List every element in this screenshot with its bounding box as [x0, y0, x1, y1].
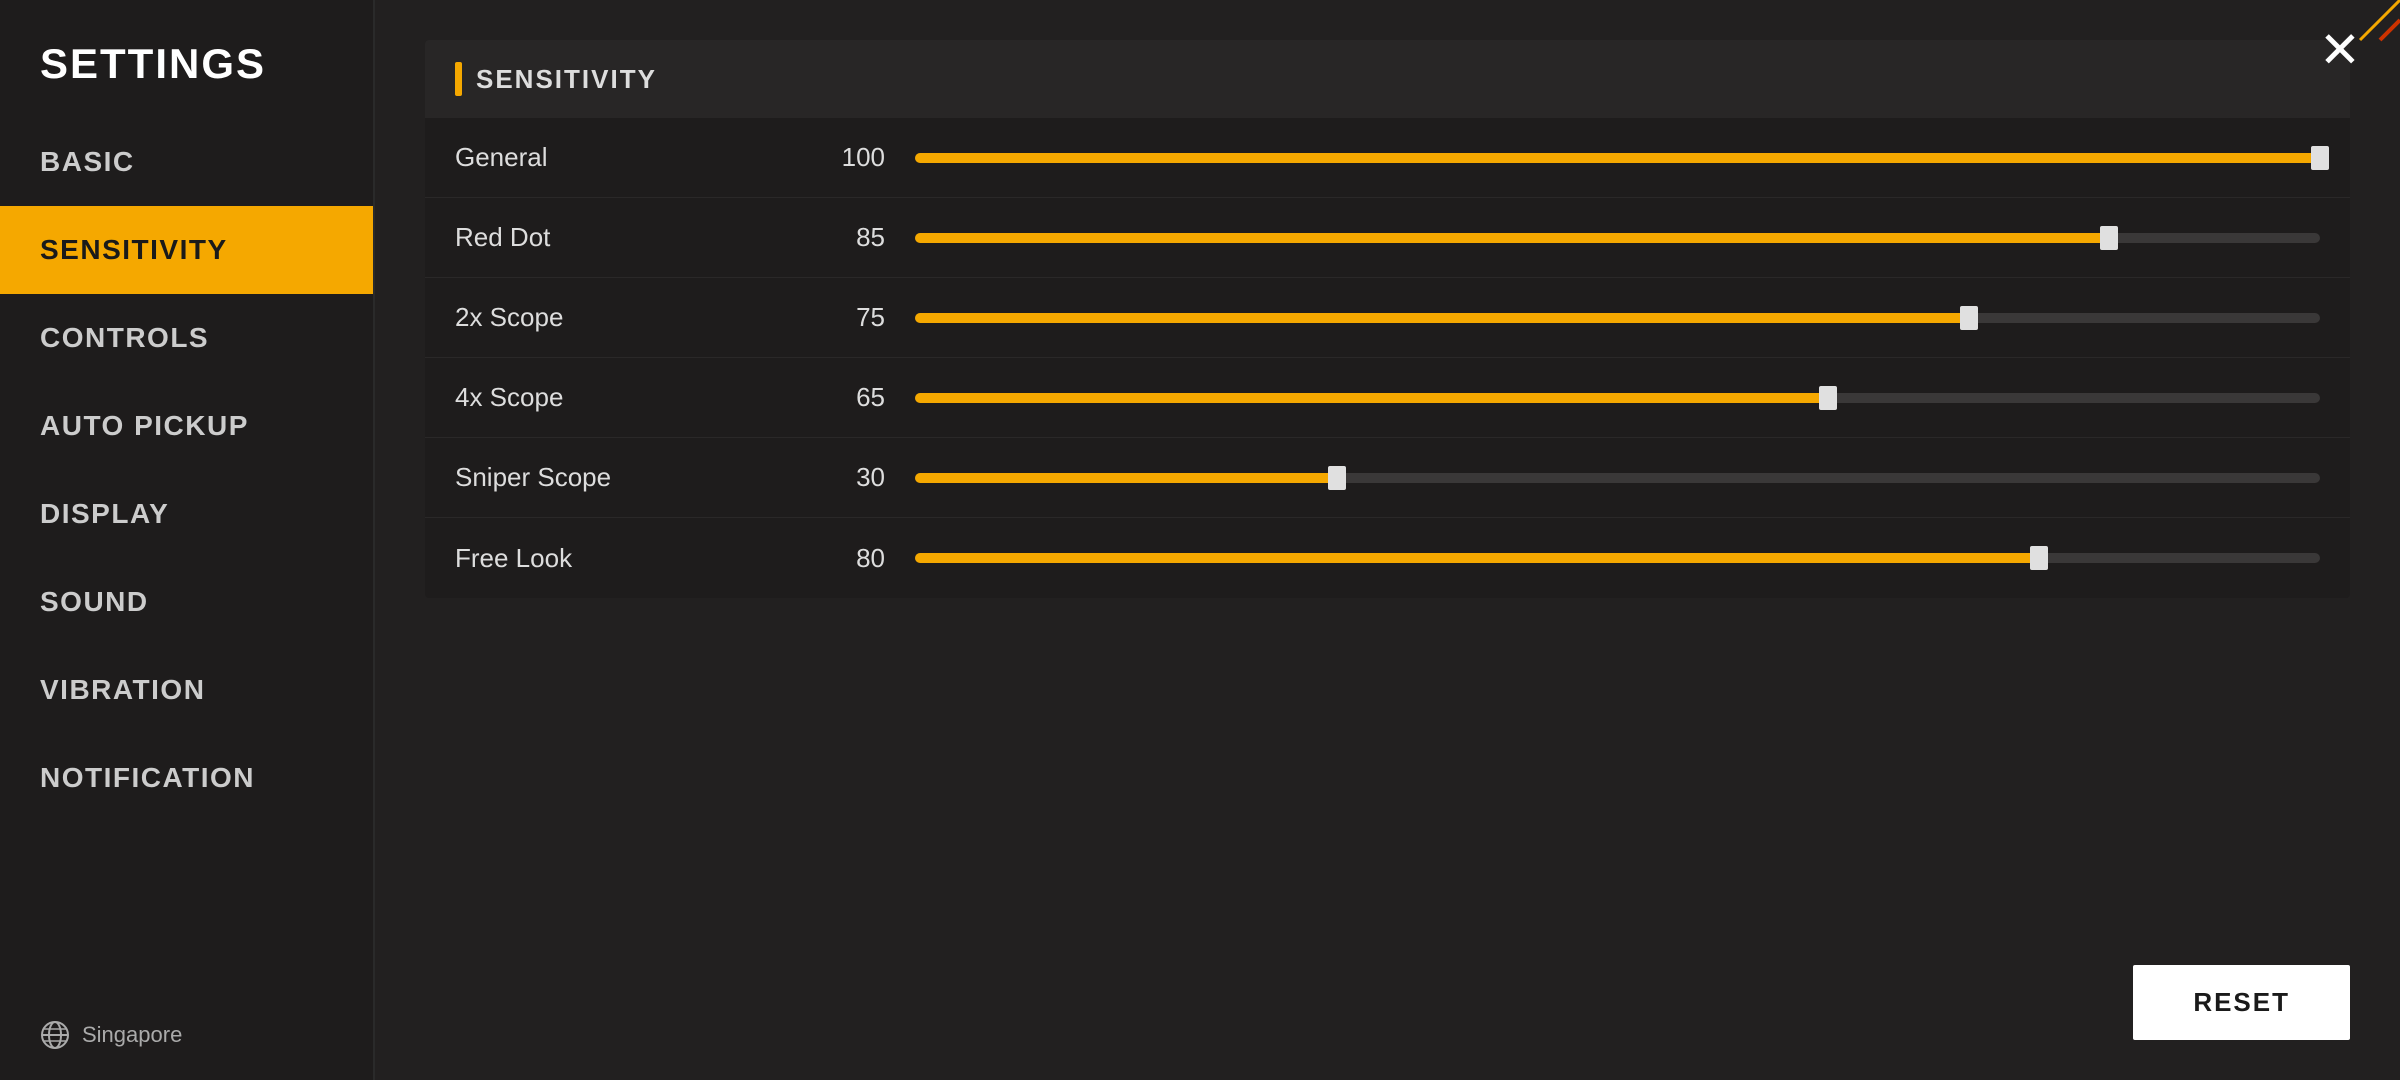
- slider-fill-reddot: [915, 233, 2109, 243]
- slider-thumb-reddot[interactable]: [2100, 226, 2118, 250]
- slider-track-4xscope[interactable]: [915, 393, 2320, 403]
- slider-label-general: General: [455, 142, 805, 173]
- slider-thumb-sniper[interactable]: [1328, 466, 1346, 490]
- slider-label-freelook: Free Look: [455, 543, 805, 574]
- slider-value-reddot: 85: [805, 222, 885, 253]
- slider-fill-freelook: [915, 553, 2039, 563]
- sidebar-item-notification[interactable]: NOTIFICATION: [0, 734, 373, 822]
- slider-thumb-freelook[interactable]: [2030, 546, 2048, 570]
- slider-thumb-2xscope[interactable]: [1960, 306, 1978, 330]
- slider-row-general: General 100: [425, 118, 2350, 198]
- slider-row-4xscope: 4x Scope 65: [425, 358, 2350, 438]
- slider-label-reddot: Red Dot: [455, 222, 805, 253]
- slider-value-sniper: 30: [805, 462, 885, 493]
- slider-value-4xscope: 65: [805, 382, 885, 413]
- reset-button[interactable]: RESET: [2133, 965, 2350, 1040]
- slider-fill-general: [915, 153, 2320, 163]
- slider-label-2xscope: 2x Scope: [455, 302, 805, 333]
- slider-row-freelook: Free Look 80: [425, 518, 2350, 598]
- slider-track-reddot[interactable]: [915, 233, 2320, 243]
- sidebar-footer: Singapore: [0, 990, 373, 1080]
- slider-label-sniper: Sniper Scope: [455, 462, 805, 493]
- slider-row-reddot: Red Dot 85: [425, 198, 2350, 278]
- globe-icon: [40, 1020, 70, 1050]
- settings-title: SETTINGS: [0, 0, 373, 118]
- slider-fill-4xscope: [915, 393, 1828, 403]
- slider-track-general[interactable]: [915, 153, 2320, 163]
- slider-row-sniper: Sniper Scope 30: [425, 438, 2350, 518]
- section-header: SENSITIVITY: [425, 40, 2350, 118]
- sidebar-item-sensitivity[interactable]: SENSITIVITY: [0, 206, 373, 294]
- sidebar-item-controls[interactable]: CONTROLS: [0, 294, 373, 382]
- slider-thumb-4xscope[interactable]: [1819, 386, 1837, 410]
- sidebar: SETTINGS BASIC SENSITIVITY CONTROLS AUTO…: [0, 0, 375, 1080]
- slider-track-freelook[interactable]: [915, 553, 2320, 563]
- sidebar-item-basic[interactable]: BASIC: [0, 118, 373, 206]
- slider-row-2xscope: 2x Scope 75: [425, 278, 2350, 358]
- slider-track-2xscope[interactable]: [915, 313, 2320, 323]
- sensitivity-section: SENSITIVITY General 100 Red Dot 85 2x Sc: [425, 40, 2350, 598]
- slider-fill-2xscope: [915, 313, 1969, 323]
- sidebar-item-display[interactable]: DISPLAY: [0, 470, 373, 558]
- sidebar-item-sound[interactable]: SOUND: [0, 558, 373, 646]
- section-accent: [455, 62, 462, 96]
- slider-value-2xscope: 75: [805, 302, 885, 333]
- main-content: ✕ SENSITIVITY General 100 Red Dot 85: [375, 0, 2400, 1080]
- slider-value-general: 100: [805, 142, 885, 173]
- slider-label-4xscope: 4x Scope: [455, 382, 805, 413]
- slider-track-sniper[interactable]: [915, 473, 2320, 483]
- close-button[interactable]: ✕: [2310, 20, 2370, 80]
- section-title: SENSITIVITY: [476, 64, 657, 95]
- region-label: Singapore: [82, 1022, 182, 1048]
- sidebar-item-vibration[interactable]: VIBRATION: [0, 646, 373, 734]
- slider-fill-sniper: [915, 473, 1337, 483]
- slider-value-freelook: 80: [805, 543, 885, 574]
- slider-thumb-general[interactable]: [2311, 146, 2329, 170]
- sidebar-item-auto-pickup[interactable]: AUTO PICKUP: [0, 382, 373, 470]
